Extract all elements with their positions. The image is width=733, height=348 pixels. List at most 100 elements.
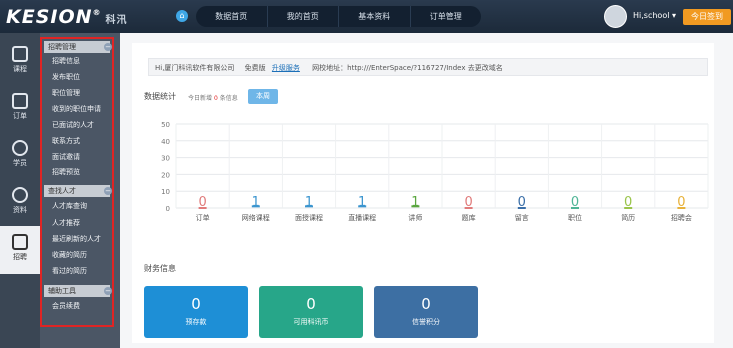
nav-my-home[interactable]: 我的首页 [268, 6, 339, 27]
sub-nav-item[interactable]: 招聘信息 [52, 56, 80, 66]
stats-subtitle: 今日新增 0 条信息 [188, 93, 238, 102]
left-nav-label: 资料 [13, 206, 27, 214]
avatar[interactable] [604, 5, 627, 28]
user-name: Hi,school [633, 11, 670, 20]
school-url: 网校地址：http:///EnterSpace/?116727/Index 去更… [312, 64, 503, 72]
user-menu[interactable]: Hi,school ▾ [633, 11, 676, 20]
subtitle-suffix: 条信息 [219, 95, 238, 102]
data-label: 0 [198, 195, 206, 210]
kpi-value: 0 [421, 295, 431, 313]
data-label: 0 [464, 195, 472, 210]
left-nav-materials[interactable]: 资料 [0, 179, 40, 227]
kpi-label: 预存款 [185, 318, 207, 326]
data-label: 1 [252, 195, 260, 210]
sub-nav-item[interactable]: 发布职位 [52, 72, 80, 82]
top-bar: KESION®科汛 ⌂ 数据首页 我的首页 基本资料 订单管理 Hi,schoo… [0, 0, 733, 33]
data-label: 0 [624, 195, 632, 210]
home-icon[interactable]: ⌂ [176, 10, 188, 22]
sub-nav-item[interactable]: 收到的职位申请 [52, 104, 101, 114]
left-nav-label: 学员 [13, 159, 27, 167]
y-tick-label: 30 [161, 155, 170, 163]
stats-title: 数据统计 [144, 92, 176, 101]
section-title: 查找人才 [48, 187, 76, 195]
kpi-coins[interactable]: 0 可用科讯币 [259, 286, 363, 338]
data-label: 1 [358, 195, 366, 210]
left-nav-label: 课程 [13, 65, 27, 73]
logo-text: KESION [6, 6, 93, 28]
order-icon [12, 93, 28, 109]
company-name: Hi,厦门科讯软件有限公司 [155, 64, 235, 72]
info-bar: Hi,厦门科讯软件有限公司 免费版 升级服务 网校地址：http:///Ente… [148, 58, 708, 76]
x-tick-label: 招聘会 [671, 213, 692, 222]
kpi-label: 可用科讯币 [293, 318, 329, 326]
top-nav: 数据首页 我的首页 基本资料 订单管理 [196, 6, 481, 27]
nav-orders[interactable]: 订单管理 [411, 6, 482, 27]
collapse-icon[interactable]: − [104, 287, 112, 295]
left-nav-orders[interactable]: 订单 [0, 85, 40, 133]
kpi-credit[interactable]: 0 信誉积分 [374, 286, 478, 338]
version-label: 免费版 [244, 64, 266, 72]
sub-nav-item[interactable]: 收藏的简历 [52, 250, 87, 260]
x-tick-label: 留言 [515, 213, 529, 222]
tab-week[interactable]: 本周 [248, 89, 278, 104]
finance-title: 财务信息 [144, 264, 176, 273]
kpi-value: 0 [306, 295, 316, 313]
left-nav-recruit[interactable]: 招聘 [0, 226, 40, 274]
x-tick-label: 题库 [462, 213, 476, 222]
left-nav: 课程 订单 学员 资料 招聘 [0, 33, 40, 348]
nav-data-home[interactable]: 数据首页 [196, 6, 268, 27]
left-nav-label: 招聘 [13, 253, 27, 261]
sub-nav-item[interactable]: 面试邀请 [52, 152, 80, 162]
section-title: 招聘管理 [48, 43, 76, 51]
sub-nav-section-tools[interactable]: 辅助工具 − [44, 285, 112, 297]
x-tick-label: 订单 [196, 213, 210, 222]
sub-nav-item[interactable]: 招聘预览 [52, 167, 80, 177]
stats-chart: 0 10 20 30 40 50 0 订单 1 网络课程 1 面授课程 1 直播课程 1 讲师 0 题库 0 留言 0 职… [161, 121, 709, 222]
kpi-value: 0 [191, 295, 201, 313]
sub-nav-item[interactable]: 联系方式 [52, 136, 80, 146]
collapse-icon[interactable]: − [104, 43, 112, 51]
x-tick-label: 职位 [568, 213, 582, 222]
sub-nav-item[interactable]: 会员续费 [52, 301, 80, 311]
subtitle-count: 0 [213, 95, 218, 102]
y-tick-label: 0 [166, 205, 170, 213]
sign-in-button[interactable]: 今日签到 [683, 9, 731, 25]
kpi-deposit[interactable]: 0 预存款 [144, 286, 248, 338]
left-nav-students[interactable]: 学员 [0, 132, 40, 180]
sub-nav-item[interactable]: 看过的简历 [52, 266, 87, 276]
sub-nav-section-recruit[interactable]: 招聘管理 − [44, 41, 112, 53]
logo-sub: 科汛 [105, 15, 128, 26]
x-tick-label: 简历 [621, 213, 635, 222]
nav-basic-info[interactable]: 基本资料 [339, 6, 411, 27]
y-tick-label: 10 [161, 188, 170, 196]
sub-nav-item[interactable]: 人才库查询 [52, 201, 87, 211]
x-tick-label: 直播课程 [348, 213, 376, 222]
logo[interactable]: KESION®科汛 [6, 6, 128, 28]
left-nav-course[interactable]: 课程 [0, 38, 40, 86]
sub-nav-item[interactable]: 已面试的人才 [52, 120, 94, 130]
gear-icon [12, 187, 28, 203]
logo-reg: ® [92, 8, 102, 17]
data-label: 0 [571, 195, 579, 210]
data-label: 0 [518, 195, 526, 210]
sub-nav-section-talent[interactable]: 查找人才 − [44, 185, 112, 197]
section-title: 辅助工具 [48, 287, 76, 295]
data-label: 1 [411, 195, 419, 210]
data-label: 1 [305, 195, 313, 210]
subtitle-prefix: 今日新增 [188, 95, 213, 102]
y-tick-label: 50 [161, 121, 170, 129]
x-tick-label: 面授课程 [295, 213, 323, 222]
collapse-icon[interactable]: − [104, 187, 112, 195]
data-label: 0 [677, 195, 685, 210]
sub-nav-item[interactable]: 最近刷新的人才 [52, 234, 101, 244]
upgrade-link[interactable]: 升级服务 [272, 64, 300, 72]
x-tick-label: 网络课程 [242, 213, 270, 222]
user-icon [12, 140, 28, 156]
y-tick-label: 20 [161, 171, 170, 179]
y-tick-label: 40 [161, 138, 170, 146]
sub-nav-item[interactable]: 职位管理 [52, 88, 80, 98]
book-icon [12, 46, 28, 62]
recruit-icon [12, 234, 28, 250]
left-nav-label: 订单 [13, 112, 27, 120]
sub-nav-item[interactable]: 人才推荐 [52, 218, 80, 228]
